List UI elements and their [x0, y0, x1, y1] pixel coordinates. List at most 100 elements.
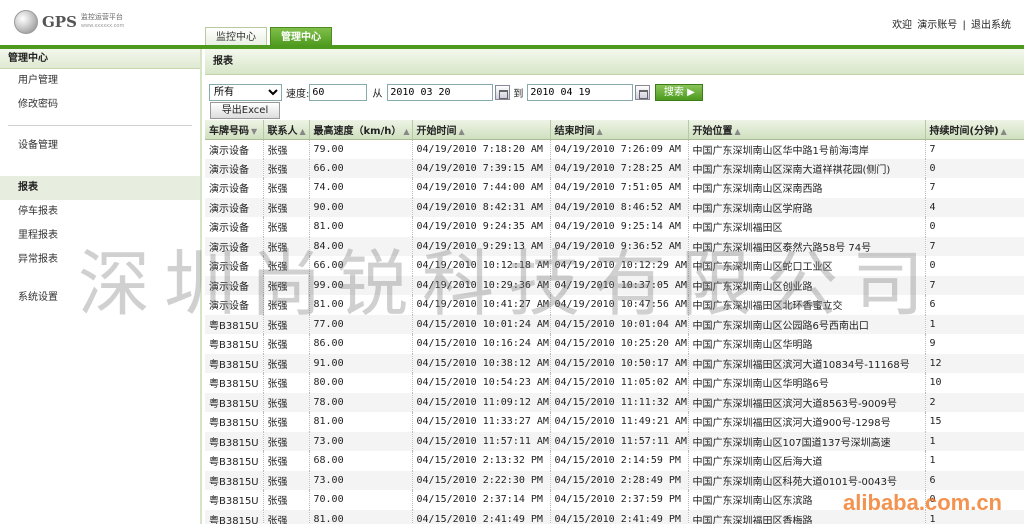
- duration-cell: 7: [925, 275, 1024, 295]
- contact-cell: 张强: [263, 236, 310, 256]
- logout-link[interactable]: 退出系统: [971, 20, 1011, 31]
- start-location-cell: 中国广东深圳南山区107国道137号深圳高速: [688, 431, 926, 451]
- end-time-cell: 04/19/2010 10:37:05 AM: [550, 275, 689, 295]
- column-header[interactable]: 最高速度（km/h） ▲: [309, 120, 413, 140]
- search-button[interactable]: 搜索 ▶: [655, 83, 704, 101]
- max-speed-cell: 90.00: [309, 197, 413, 217]
- sort-icon[interactable]: ▲: [459, 127, 465, 136]
- date-to-input[interactable]: [527, 83, 634, 101]
- duration-cell: 1: [925, 509, 1024, 524]
- max-speed-cell: 91.00: [309, 353, 413, 373]
- date-from-input[interactable]: [387, 83, 494, 101]
- tab-monitor-center[interactable]: 监控中心: [205, 27, 267, 46]
- calendar-icon[interactable]: [635, 84, 651, 100]
- sidebar-item-exception-report[interactable]: 异常报表: [0, 248, 200, 272]
- duration-cell: 4: [925, 197, 1024, 217]
- speed-label: 速度:: [286, 88, 310, 100]
- plate-cell: 演示设备: [205, 217, 264, 237]
- plate-cell: 粤B3815U: [205, 373, 264, 393]
- contact-cell: 张强: [263, 178, 310, 198]
- duration-cell: 0: [925, 158, 1024, 178]
- sort-icon[interactable]: ▲: [735, 127, 741, 136]
- duration-cell: 0: [925, 256, 1024, 276]
- start-time-cell: 04/15/2010 11:33:27 AM: [412, 412, 551, 432]
- column-header-label: 持续时间(分钟): [929, 125, 999, 137]
- start-location-cell: 中国广东深圳南山区华中路1号前海湾岸: [688, 139, 926, 159]
- calendar-icon[interactable]: [495, 84, 511, 100]
- filter-bar: 所有 速度: 从 到 搜索 ▶: [209, 82, 704, 102]
- speed-input[interactable]: [309, 83, 368, 101]
- table-row: 演示设备 张强 90.00 04/19/2010 8:42:31 AM 04/19/20…: [205, 197, 1024, 217]
- column-header[interactable]: 联系人 ▲: [263, 120, 310, 140]
- start-time-cell: 04/15/2010 2:22:30 PM: [412, 470, 551, 490]
- start-time-cell: 04/15/2010 10:01:24 AM: [412, 314, 551, 334]
- top-links: 欢迎 演示账号 | 退出系统: [891, 16, 1012, 31]
- duration-cell: 7: [925, 178, 1024, 198]
- sidebar-item-system-settings[interactable]: 系统设置: [0, 286, 200, 310]
- sidebar-item-change-password[interactable]: 修改密码: [0, 93, 200, 117]
- table-row: 演示设备 张强 66.00 04/19/2010 10:12:18 AM 04/19/2…: [205, 256, 1024, 276]
- max-speed-cell: 66.00: [309, 256, 413, 276]
- start-time-cell: 04/15/2010 10:38:12 AM: [412, 353, 551, 373]
- contact-cell: 张强: [263, 217, 310, 237]
- sidebar-item-parking-report[interactable]: 停车报表: [0, 200, 200, 224]
- plate-cell: 演示设备: [205, 139, 264, 159]
- column-header-label: 车牌号码: [209, 125, 249, 137]
- max-speed-cell: 86.00: [309, 334, 413, 354]
- duration-cell: 0: [925, 490, 1024, 510]
- start-location-cell: 中国广东深圳南山区东滨路: [688, 490, 926, 510]
- table-row: 粤B3815U 张强 73.00 04/15/2010 11:57:11 AM 04/1…: [205, 431, 1024, 451]
- globe-icon: [14, 10, 38, 34]
- duration-cell: 15: [925, 412, 1024, 432]
- tab-management-center[interactable]: 管理中心: [270, 27, 332, 46]
- main-tabs: 监控中心 管理中心: [205, 27, 335, 46]
- table-row: 粤B3815U 张强 73.00 04/15/2010 2:22:30 PM 04/15…: [205, 470, 1024, 490]
- end-time-cell: 04/15/2010 2:37:59 PM: [550, 490, 689, 510]
- plate-cell: 演示设备: [205, 158, 264, 178]
- column-header[interactable]: 结束时间 ▲: [550, 120, 689, 140]
- max-speed-cell: 78.00: [309, 392, 413, 412]
- column-header[interactable]: 持续时间(分钟) ▲: [925, 120, 1024, 140]
- export-excel-button[interactable]: 导出Excel: [210, 102, 280, 119]
- sidebar-item-mileage-report[interactable]: 里程报表: [0, 224, 200, 248]
- max-speed-cell: 99.00: [309, 275, 413, 295]
- sidebar-item-user-management[interactable]: 用户管理: [0, 69, 200, 93]
- plate-cell: 粤B3815U: [205, 353, 264, 373]
- duration-cell: 7: [925, 139, 1024, 159]
- sort-icon[interactable]: ▼: [251, 127, 257, 136]
- top-separator: |: [962, 20, 966, 31]
- duration-cell: 1: [925, 314, 1024, 334]
- contact-cell: 张强: [263, 490, 310, 510]
- end-time-cell: 04/19/2010 7:28:25 AM: [550, 158, 689, 178]
- start-location-cell: 中国广东深圳南山区后海大道: [688, 451, 926, 471]
- account-link[interactable]: 演示账号: [917, 20, 957, 31]
- column-header[interactable]: 车牌号码 ▼: [205, 120, 264, 140]
- end-time-cell: 04/15/2010 2:14:59 PM: [550, 451, 689, 471]
- table-row: 粤B3815U 张强 70.00 04/15/2010 2:37:14 PM 04/15…: [205, 490, 1024, 510]
- max-speed-cell: 66.00: [309, 158, 413, 178]
- start-location-cell: 中国广东深圳福田区滨河大道10834号-11168号: [688, 353, 926, 373]
- duration-cell: 7: [925, 236, 1024, 256]
- contact-cell: 张强: [263, 256, 310, 276]
- sort-icon[interactable]: ▲: [1001, 127, 1007, 136]
- plate-cell: 演示设备: [205, 295, 264, 315]
- start-time-cell: 04/19/2010 10:29:36 AM: [412, 275, 551, 295]
- start-location-cell: 中国广东深圳福田区泰然六路58号 74号: [688, 236, 926, 256]
- plate-cell: 演示设备: [205, 178, 264, 198]
- end-time-cell: 04/15/2010 11:11:32 AM: [550, 392, 689, 412]
- start-location-cell: 中国广东深圳南山区华明路: [688, 334, 926, 354]
- sidebar-section-reports[interactable]: 报表: [0, 176, 200, 200]
- sort-icon[interactable]: ▲: [300, 127, 306, 136]
- column-header[interactable]: 开始位置 ▲: [688, 120, 926, 140]
- logo: GPS 监控运营平台 www.xxxxxx.com: [14, 10, 124, 34]
- vehicle-select[interactable]: 所有: [209, 83, 282, 101]
- start-time-cell: 04/15/2010 11:09:12 AM: [412, 392, 551, 412]
- start-time-cell: 04/15/2010 2:41:49 PM: [412, 509, 551, 524]
- sidebar-item-device-management[interactable]: 设备管理: [0, 134, 200, 158]
- contact-cell: 张强: [263, 334, 310, 354]
- column-header[interactable]: 开始时间 ▲: [412, 120, 551, 140]
- sort-icon[interactable]: ▲: [403, 127, 409, 136]
- sort-icon[interactable]: ▲: [597, 127, 603, 136]
- start-time-cell: 04/19/2010 10:41:27 AM: [412, 295, 551, 315]
- main-panel: 报表 所有 速度: 从 到 搜索 ▶ 导出Excel 车牌号码▼联系人▲最高速度…: [205, 49, 1024, 524]
